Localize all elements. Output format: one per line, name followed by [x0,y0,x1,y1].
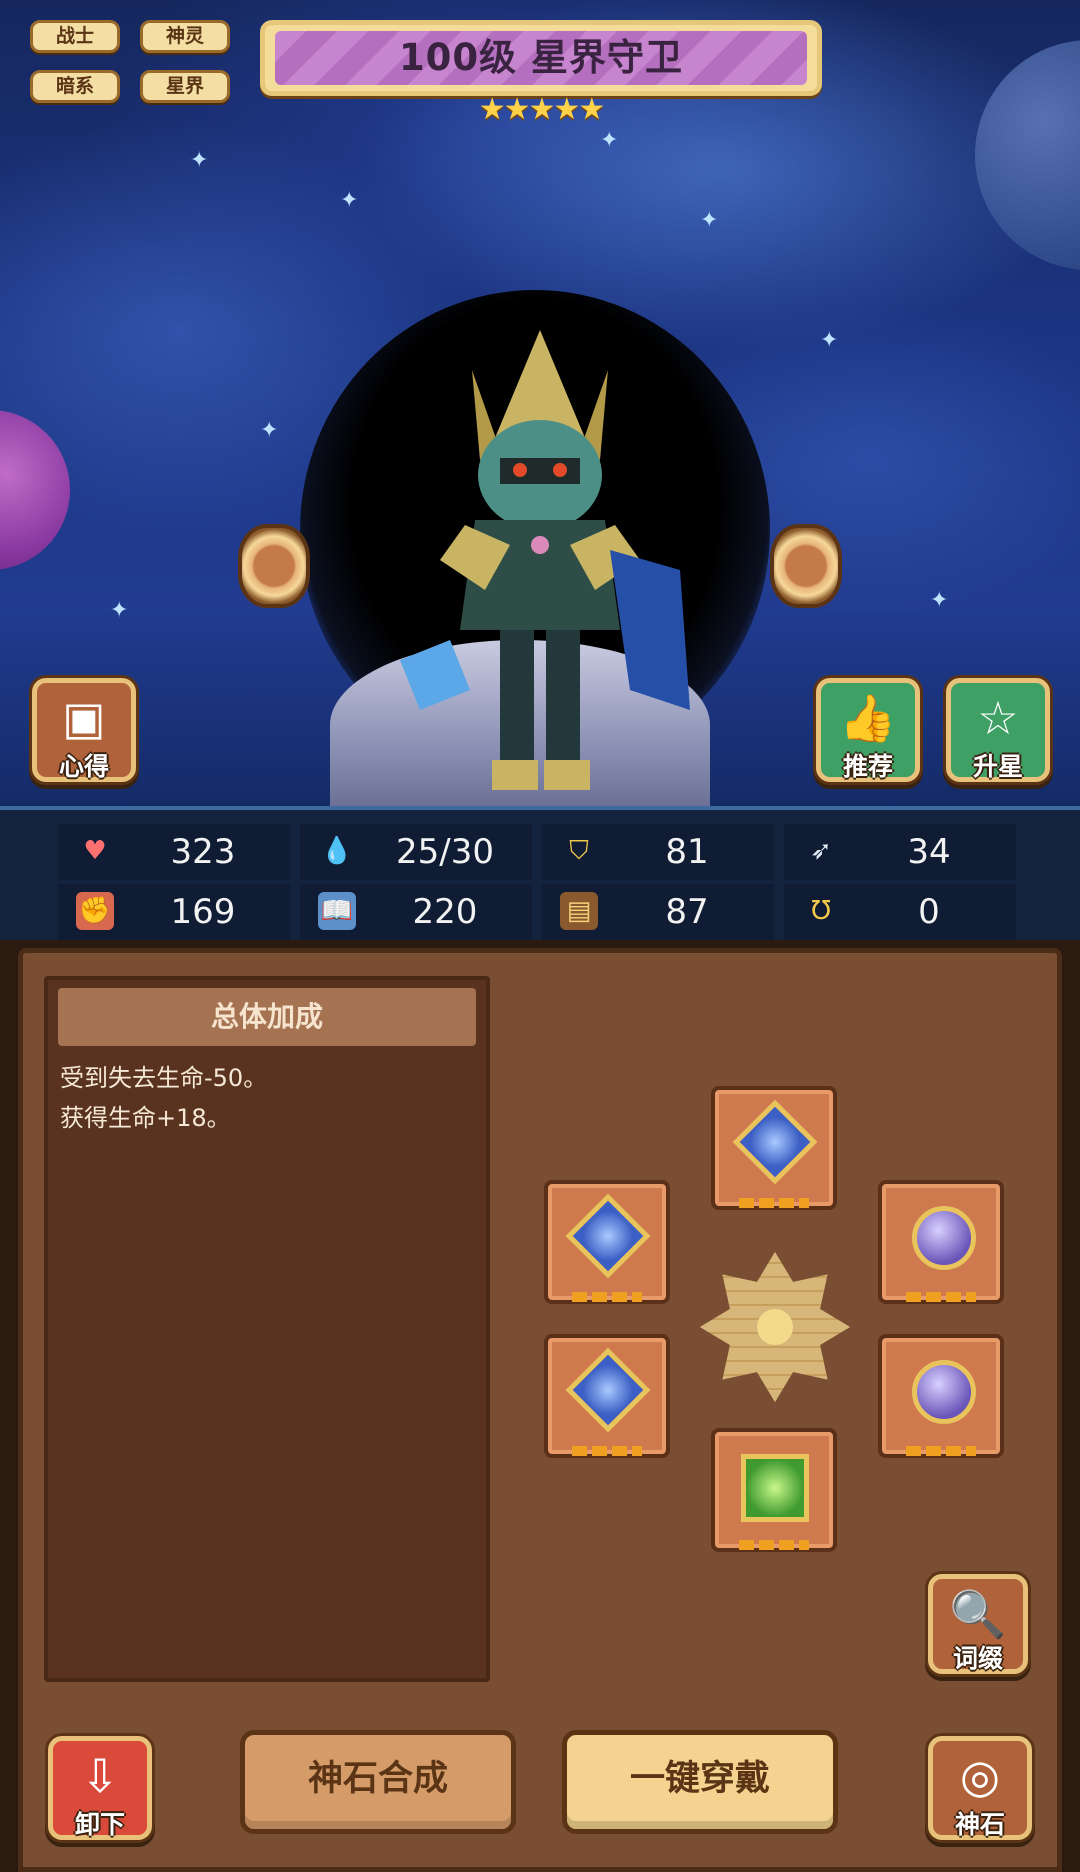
star-sparkle: ✦ [700,208,719,233]
left-rune-stone [238,524,310,608]
synthesize-godstone-button[interactable]: 神石合成 [240,1730,516,1834]
fist-icon: ✊ [76,892,114,930]
scroll-icon: ▤ [560,892,598,930]
tag-class: 战士 [30,20,120,53]
shield-icon: ⛉ [569,836,589,866]
orb-icon: ◎ [959,1749,1001,1803]
green-gem-icon [741,1454,809,1522]
star-sparkle: ✦ [930,588,949,613]
godstone-label: 神石 [954,1810,1005,1839]
wing-icon: ➶ [810,836,832,866]
star-sparkle: ✦ [340,188,359,213]
bottom-bar [18,1700,1062,1872]
bonus-line: 获得生命+18。 [60,1104,231,1132]
stat-value: 34 [907,832,951,872]
unequip-button[interactable]: ⇩ 卸下 [48,1736,152,1840]
blue-gem-icon [565,1347,651,1433]
gem-slot-right-lower[interactable] [878,1334,1004,1458]
unequip-label: 卸下 [74,1810,125,1839]
star-sparkle: ✦ [190,148,209,173]
hero-title: 100级 星界守卫 [275,31,807,85]
hero-name-banner: 100级 星界守卫 [260,20,822,96]
tag-element: 暗系 [30,70,120,103]
stat-hp[interactable]: ♥ 323 [58,824,290,880]
gem-core-center [757,1309,793,1345]
equip-all-button[interactable]: 一键穿戴 [562,1730,838,1834]
star-sparkle: ✦ [600,128,619,153]
stat-magic[interactable]: 📖 220 [300,884,532,940]
blue-gem-icon [732,1099,818,1185]
gem-slot-left-lower[interactable] [544,1334,670,1458]
stat-value: 87 [665,892,709,932]
stat-mana[interactable]: 💧 25/30 [300,824,532,880]
bonus-line: 受到失去生命-50。 [60,1064,268,1092]
purple-orb-gem-icon [912,1206,976,1270]
gem-slot-top[interactable] [711,1086,837,1210]
planet-decoration [975,40,1080,270]
stat-resist[interactable]: ▤ 87 [542,884,774,940]
stat-luck[interactable]: Ʊ 0 [784,884,1016,940]
stat-value: 169 [170,892,236,932]
arrow-down-icon: ⇩ [80,1749,120,1803]
godstone-button[interactable]: ◎ 神石 [928,1736,1032,1840]
hero-character[interactable] [380,330,700,800]
planet-decoration [0,410,70,570]
star-rating: ★★★★★ [478,92,605,127]
recommend-label: 推荐 [842,752,893,781]
purple-orb-gem-icon [912,1360,976,1424]
star-icon: ☆ [977,691,1019,745]
stat-attack[interactable]: ✊ 169 [58,884,290,940]
gem-slot-left-upper[interactable] [544,1180,670,1304]
tag-realm: 星界 [140,70,230,103]
affix-button[interactable]: 🔍 词缀 [928,1574,1028,1674]
heart-icon: ♥ [83,836,107,866]
stat-defense[interactable]: ⛉ 81 [542,824,774,880]
gem-slot-right-upper[interactable] [878,1180,1004,1304]
insight-label: 心得 [58,752,109,781]
star-up-label: 升星 [972,752,1023,781]
stat-value: 0 [918,892,940,932]
scroll-icon: ▣ [62,691,106,745]
stat-speed[interactable]: ➶ 34 [784,824,1016,880]
insight-button[interactable]: ▣ 心得 [32,678,136,782]
blue-gem-icon [565,1193,651,1279]
bonus-title: 总体加成 [58,988,476,1046]
gem-slot-bottom[interactable] [711,1428,837,1552]
stat-value: 81 [665,832,709,872]
magnifier-icon: 🔍 [949,1587,1007,1641]
recommend-button[interactable]: 👍 推荐 [816,678,920,782]
stat-value: 220 [412,892,478,932]
stat-value: 25/30 [396,832,494,872]
horseshoe-icon: Ʊ [811,896,831,926]
mana-drop-icon: 💧 [320,836,354,866]
affix-label: 词缀 [952,1644,1003,1673]
tag-race: 神灵 [140,20,230,53]
stat-value: 323 [170,832,236,872]
thumbs-up-icon: 👍 [839,691,897,745]
star-up-button[interactable]: ☆ 升星 [946,678,1050,782]
right-rune-stone [770,524,842,608]
book-icon: 📖 [318,892,356,930]
star-sparkle: ✦ [260,418,279,443]
stats-bar: ♥ 323 💧 25/30 ⛉ 81 ➶ 34 ✊ 169 📖 220 ▤ 87… [0,806,1080,940]
star-sparkle: ✦ [110,598,129,623]
star-sparkle: ✦ [820,328,839,353]
